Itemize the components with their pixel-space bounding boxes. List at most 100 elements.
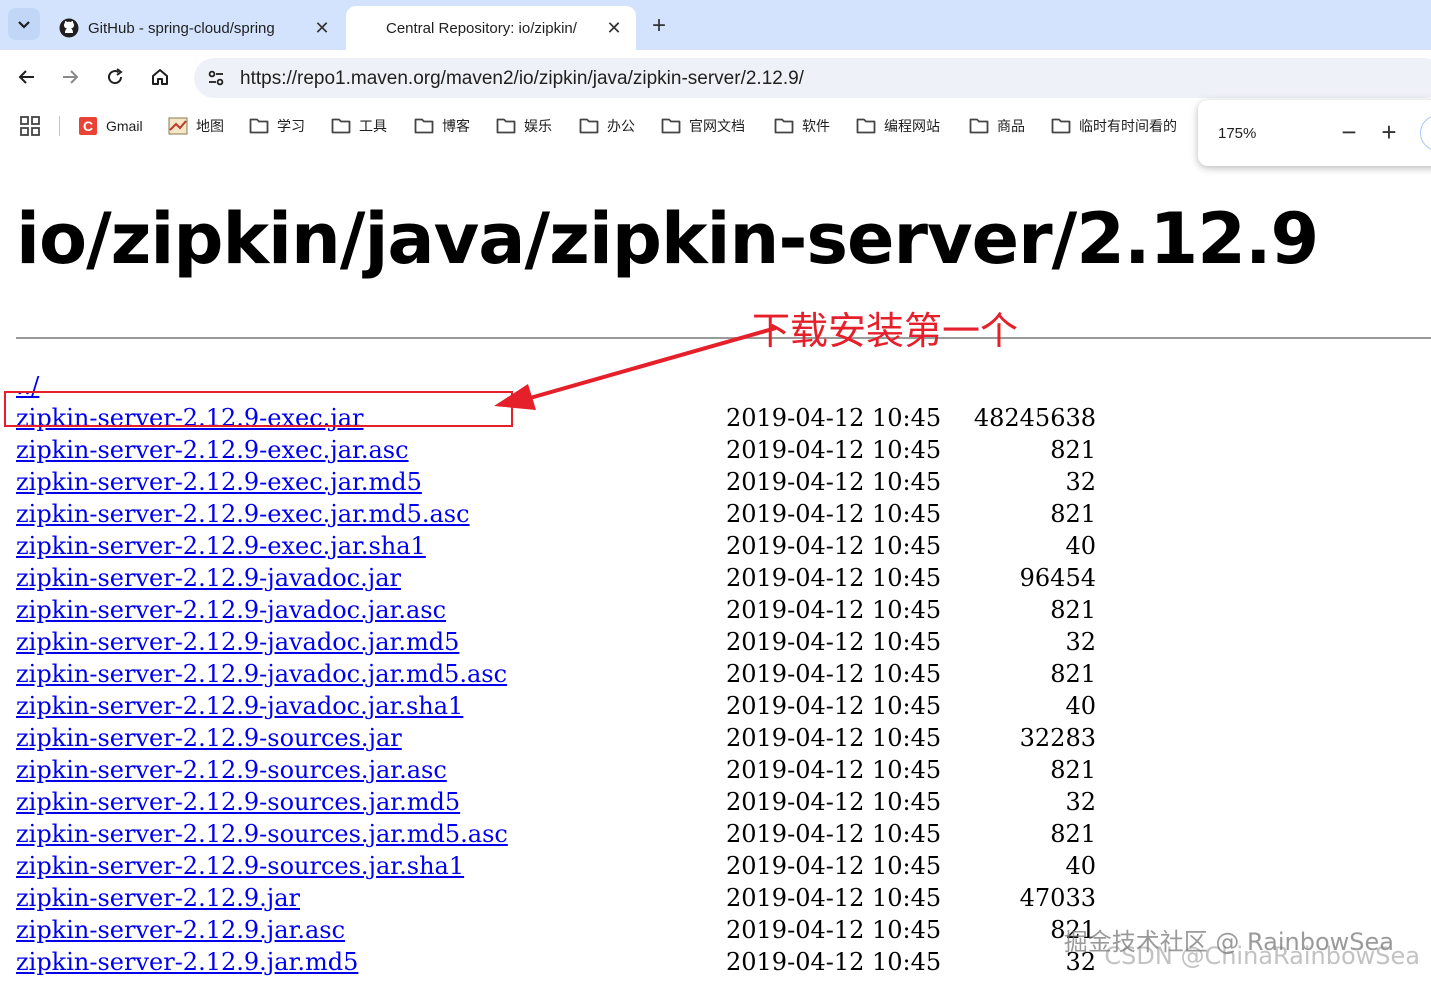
- bookmark-label: 编程网站: [884, 118, 940, 134]
- forward-button[interactable]: [55, 62, 85, 92]
- file-date: 2019-04-12 10:45: [726, 500, 942, 528]
- reload-icon: [108, 68, 123, 85]
- file-link[interactable]: zipkin-server-2.12.9-sources.jar.md5: [16, 786, 460, 818]
- bookmark-folder[interactable]: 编程网站: [856, 114, 940, 138]
- file-row: zipkin-server-2.12.9-exec.jar.md5.asc 201…: [16, 498, 1116, 530]
- file-size: 32283: [1019, 724, 1096, 752]
- file-link[interactable]: zipkin-server-2.12.9-javadoc.jar.sha1: [16, 690, 463, 722]
- tab-title: Central Repository: io/zipkin/: [386, 19, 577, 37]
- apps-grid-icon[interactable]: [20, 116, 40, 136]
- folder-icon: [331, 116, 351, 136]
- tab-strip: GitHub - spring-cloud/spring ✕ Central R…: [0, 0, 1431, 50]
- bookmark-folder[interactable]: 商品: [969, 114, 1025, 138]
- bookmark-label: 软件: [802, 118, 830, 134]
- tab-search-button[interactable]: [8, 8, 40, 40]
- file-link[interactable]: zipkin-server-2.12.9-sources.jar.sha1: [16, 850, 464, 882]
- file-link[interactable]: zipkin-server-2.12.9.jar.asc: [16, 914, 345, 946]
- file-size: 40: [1065, 532, 1096, 560]
- bookmark-folder[interactable]: 办公: [579, 114, 635, 138]
- zoom-level: 175%: [1218, 125, 1257, 142]
- home-button[interactable]: [145, 62, 175, 92]
- file-date: 2019-04-12 10:45: [726, 404, 942, 432]
- folder-icon: [1051, 116, 1071, 136]
- bookmark-folder[interactable]: 临时有时间看的: [1051, 114, 1177, 138]
- bookmark-folder[interactable]: 学习: [249, 114, 305, 138]
- file-link[interactable]: zipkin-server-2.12.9-sources.jar: [16, 722, 402, 754]
- file-size: 32: [1065, 788, 1096, 816]
- close-tab-icon[interactable]: ✕: [604, 18, 624, 38]
- folder-icon: [249, 116, 269, 136]
- file-size: 48245638: [973, 404, 1096, 432]
- annotation-text: 下载安装第一个: [752, 309, 1019, 353]
- file-link[interactable]: zipkin-server-2.12.9-javadoc.jar.asc: [16, 594, 446, 626]
- zoom-popup: 175% − +: [1198, 100, 1431, 166]
- file-size: 32: [1065, 468, 1096, 496]
- file-link[interactable]: zipkin-server-2.12.9-exec.jar.sha1: [16, 530, 426, 562]
- zoom-in-button[interactable]: +: [1376, 117, 1402, 147]
- forward-arrow-icon: [63, 70, 79, 84]
- bookmark-label: 学习: [277, 118, 305, 134]
- bookmark-label: 商品: [997, 118, 1025, 134]
- watermark-line: CSDN @ChinaRainbowSea: [1104, 942, 1420, 970]
- file-date: 2019-04-12 10:45: [726, 756, 942, 784]
- bookmarks-separator: [59, 116, 60, 136]
- address-bar[interactable]: https://repo1.maven.org/maven2/io/zipkin…: [194, 58, 1431, 98]
- file-size: 821: [1050, 436, 1096, 464]
- file-date: 2019-04-12 10:45: [726, 852, 942, 880]
- bookmark-folder[interactable]: 工具: [331, 114, 387, 138]
- zoom-reset-button[interactable]: [1420, 115, 1431, 151]
- file-size: 96454: [1019, 564, 1096, 592]
- bookmark-gmail[interactable]: C Gmail: [78, 114, 143, 138]
- file-link[interactable]: zipkin-server-2.12.9-exec.jar.asc: [16, 434, 409, 466]
- close-tab-icon[interactable]: ✕: [312, 18, 332, 38]
- file-link[interactable]: zipkin-server-2.12.9-exec.jar.md5.asc: [16, 498, 470, 530]
- file-link[interactable]: zipkin-server-2.12.9-javadoc.jar: [16, 562, 401, 594]
- file-row: zipkin-server-2.12.9-exec.jar.asc 2019-04…: [16, 434, 1116, 466]
- file-date: 2019-04-12 10:45: [726, 564, 942, 592]
- file-link[interactable]: zipkin-server-2.12.9-sources.jar.md5.asc: [16, 818, 508, 850]
- bookmark-label: 办公: [607, 118, 635, 134]
- github-icon: [58, 17, 80, 39]
- bookmark-folder[interactable]: 娱乐: [496, 114, 552, 138]
- url-text[interactable]: https://repo1.maven.org/maven2/io/zipkin…: [240, 68, 804, 90]
- file-row: zipkin-server-2.12.9.jar.md5 2019-04-12 1…: [16, 946, 1116, 978]
- file-link[interactable]: zipkin-server-2.12.9-sources.jar.asc: [16, 754, 447, 786]
- bookmark-folder[interactable]: 软件: [774, 114, 830, 138]
- file-row: zipkin-server-2.12.9.jar.asc 2019-04-12 1…: [16, 914, 1116, 946]
- bookmark-map[interactable]: 地图: [168, 114, 224, 138]
- file-date: 2019-04-12 10:45: [726, 820, 942, 848]
- zoom-out-button[interactable]: −: [1336, 117, 1362, 147]
- file-row: zipkin-server-2.12.9-javadoc.jar.md5.asc…: [16, 658, 1116, 690]
- file-size: 47033: [1019, 884, 1096, 912]
- file-date: 2019-04-12 10:45: [726, 884, 942, 912]
- bookmark-folder[interactable]: 博客: [414, 114, 470, 138]
- file-date: 2019-04-12 10:45: [726, 948, 942, 976]
- file-link[interactable]: zipkin-server-2.12.9-javadoc.jar.md5.asc: [16, 658, 507, 690]
- file-size: 821: [1050, 756, 1096, 784]
- map-icon: [168, 116, 188, 136]
- reload-button[interactable]: [100, 62, 130, 92]
- file-size: 40: [1065, 852, 1096, 880]
- file-link[interactable]: zipkin-server-2.12.9.jar: [16, 882, 300, 914]
- new-tab-button[interactable]: +: [644, 12, 674, 40]
- toolbar: https://repo1.maven.org/maven2/io/zipkin…: [0, 50, 1431, 106]
- site-info-icon[interactable]: [204, 66, 228, 90]
- file-link[interactable]: zipkin-server-2.12.9.jar.md5: [16, 946, 358, 978]
- tab-central-repository[interactable]: Central Repository: io/zipkin/ ✕: [346, 6, 636, 50]
- file-link[interactable]: zipkin-server-2.12.9-exec.jar.md5: [16, 466, 422, 498]
- file-size: 40: [1065, 692, 1096, 720]
- file-size: 821: [1050, 596, 1096, 624]
- tab-github[interactable]: GitHub - spring-cloud/spring ✕: [46, 6, 344, 50]
- bookmark-label: 娱乐: [524, 118, 552, 134]
- folder-icon: [496, 116, 516, 136]
- folder-icon: [414, 116, 434, 136]
- back-arrow-icon: [18, 70, 34, 84]
- file-size: 821: [1050, 500, 1096, 528]
- back-button[interactable]: [12, 62, 42, 92]
- file-row: zipkin-server-2.12.9-sources.jar.md5 2019…: [16, 786, 1116, 818]
- file-date: 2019-04-12 10:45: [726, 916, 942, 944]
- bookmark-folder[interactable]: 官网文档: [661, 114, 745, 138]
- file-link[interactable]: zipkin-server-2.12.9-javadoc.jar.md5: [16, 626, 459, 658]
- page-title: io/zipkin/java/zipkin-server/2.12.9: [16, 198, 1319, 280]
- file-date: 2019-04-12 10:45: [726, 788, 942, 816]
